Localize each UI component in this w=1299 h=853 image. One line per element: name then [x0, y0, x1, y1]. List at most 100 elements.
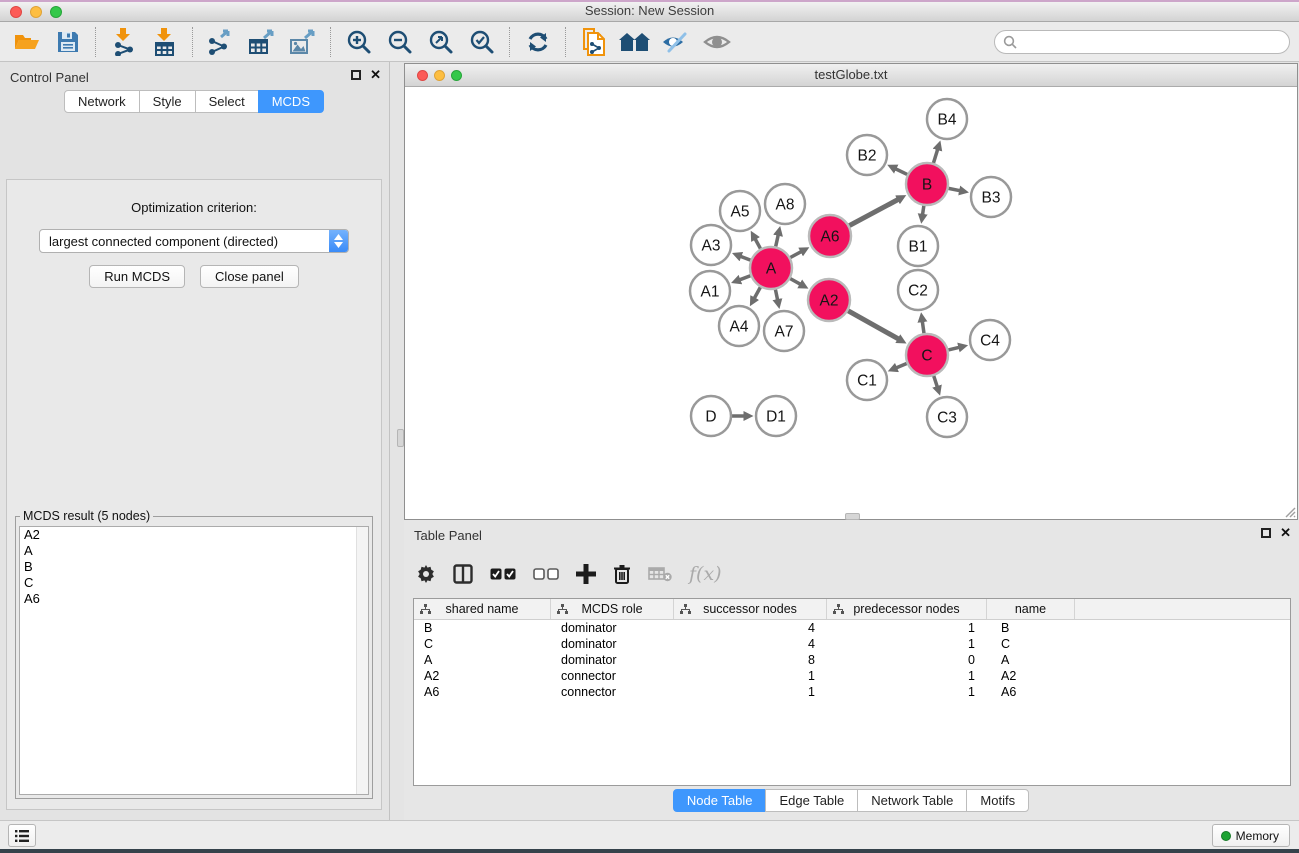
table-settings-icon[interactable]: [416, 564, 436, 584]
graph-edge-A-A3[interactable]: [740, 256, 751, 260]
zoom-out-icon[interactable]: [379, 25, 420, 59]
graph-edge-A-A6[interactable]: [790, 251, 802, 257]
graph-edge-C-C4[interactable]: [948, 347, 959, 350]
tab-mcds[interactable]: MCDS: [258, 90, 324, 113]
search-input[interactable]: [1022, 33, 1289, 51]
result-scrollbar[interactable]: [356, 527, 368, 794]
close-table-panel-icon[interactable]: ✕: [1280, 528, 1291, 538]
task-history-button[interactable]: [8, 824, 36, 847]
result-item[interactable]: B: [20, 559, 368, 575]
table-row[interactable]: Adominator80A: [414, 652, 1290, 668]
search-field[interactable]: [994, 30, 1290, 54]
table-tab-edge-table[interactable]: Edge Table: [765, 789, 858, 812]
tab-select[interactable]: Select: [195, 90, 259, 113]
graph-edge-B-B3[interactable]: [949, 188, 961, 190]
select-all-rows-icon[interactable]: [490, 568, 516, 581]
table-tab-network-table[interactable]: Network Table: [857, 789, 967, 812]
export-network-icon[interactable]: [200, 25, 241, 59]
vertical-split-handle[interactable]: [397, 429, 404, 447]
network-zoom-button[interactable]: [451, 70, 462, 81]
export-table-icon[interactable]: [241, 25, 282, 59]
graph-edge-C-C2[interactable]: [922, 321, 924, 334]
minimize-window-button[interactable]: [30, 6, 42, 18]
criterion-dropdown[interactable]: largest connected component (directed): [39, 229, 349, 253]
graph-node-A5[interactable]: A5: [720, 191, 760, 231]
graph-node-A4[interactable]: A4: [719, 306, 759, 346]
table-row[interactable]: A2connector11A2: [414, 668, 1290, 684]
result-item[interactable]: A: [20, 543, 368, 559]
network-canvas[interactable]: AA1A2A3A4A5A6A7A8BB1B2B3B4CC1C2C3C4DD1: [405, 87, 1297, 519]
graph-node-D[interactable]: D: [691, 396, 731, 436]
zoom-in-icon[interactable]: [338, 25, 379, 59]
graph-node-C1[interactable]: C1: [847, 360, 887, 400]
function-builder-icon[interactable]: f(x): [689, 563, 722, 585]
graph-node-C[interactable]: C: [906, 334, 948, 376]
graph-edge-A-A1[interactable]: [739, 276, 750, 280]
graph-edge-A2-C[interactable]: [848, 311, 899, 340]
graph-node-A2[interactable]: A2: [808, 279, 850, 321]
graph-edge-B-B1[interactable]: [922, 206, 923, 216]
close-window-button[interactable]: [10, 6, 22, 18]
deselect-all-rows-icon[interactable]: [533, 568, 559, 581]
graph-node-C3[interactable]: C3: [927, 397, 967, 437]
graph-node-C4[interactable]: C4: [970, 320, 1010, 360]
result-item[interactable]: A6: [20, 591, 368, 607]
float-table-panel-icon[interactable]: [1261, 528, 1271, 538]
save-session-icon[interactable]: [47, 25, 88, 59]
delete-table-icon[interactable]: [648, 566, 672, 582]
import-network-icon[interactable]: [103, 25, 144, 59]
zoom-selected-icon[interactable]: [461, 25, 502, 59]
export-image-icon[interactable]: [282, 25, 323, 59]
graph-node-A1[interactable]: A1: [690, 271, 730, 311]
network-close-button[interactable]: [417, 70, 428, 81]
graph-edge-B-B2[interactable]: [895, 168, 907, 174]
graph-edge-A-A2[interactable]: [790, 279, 801, 285]
graph-node-A8[interactable]: A8: [765, 184, 805, 224]
toggle-column-display-icon[interactable]: [453, 564, 473, 584]
refresh-layout-icon[interactable]: [517, 25, 558, 59]
import-table-icon[interactable]: [144, 25, 185, 59]
close-panel-icon[interactable]: ✕: [370, 70, 381, 80]
graph-edge-C-C1[interactable]: [896, 363, 907, 368]
run-mcds-button[interactable]: Run MCDS: [89, 265, 185, 288]
graph-edge-A-A4[interactable]: [754, 287, 760, 299]
horizontal-split-handle[interactable]: [845, 513, 860, 520]
float-panel-icon[interactable]: [351, 70, 361, 80]
graph-node-D1[interactable]: D1: [756, 396, 796, 436]
tab-style[interactable]: Style: [139, 90, 196, 113]
graph-edge-A-A7[interactable]: [775, 290, 777, 301]
graph-edge-A-A5[interactable]: [755, 238, 761, 248]
graph-node-B1[interactable]: B1: [898, 226, 938, 266]
graph-node-B[interactable]: B: [906, 163, 948, 205]
table-row[interactable]: Bdominator41B: [414, 620, 1290, 636]
window-resize-grip[interactable]: [1282, 504, 1296, 518]
table-tab-node-table[interactable]: Node Table: [673, 789, 767, 812]
home-views-icon[interactable]: [614, 25, 655, 59]
graph-edge-C-C3[interactable]: [934, 376, 938, 388]
app-titlebar[interactable]: Session: New Session: [0, 0, 1299, 22]
graph-edge-A6-B[interactable]: [849, 199, 898, 225]
column-header-name[interactable]: name: [987, 599, 1075, 619]
column-header-shared-name[interactable]: shared name: [414, 599, 551, 619]
graph-node-A7[interactable]: A7: [764, 311, 804, 351]
graph-node-A6[interactable]: A6: [809, 215, 851, 257]
table-row[interactable]: A6connector11A6: [414, 684, 1290, 700]
close-panel-button[interactable]: Close panel: [200, 265, 299, 288]
zoom-window-button[interactable]: [50, 6, 62, 18]
result-item[interactable]: C: [20, 575, 368, 591]
show-graphics-details-icon[interactable]: [696, 25, 737, 59]
delete-columns-icon[interactable]: [613, 564, 631, 585]
result-item[interactable]: A2: [20, 527, 368, 543]
network-window-titlebar[interactable]: testGlobe.txt: [405, 64, 1297, 87]
column-header-mcds-role[interactable]: MCDS role: [551, 599, 674, 619]
open-session-icon[interactable]: [6, 25, 47, 59]
graph-edge-B-B4[interactable]: [933, 149, 937, 163]
graph-node-B2[interactable]: B2: [847, 135, 887, 175]
tab-network[interactable]: Network: [64, 90, 140, 113]
network-minimize-button[interactable]: [434, 70, 445, 81]
network-snapshot-icon[interactable]: [573, 25, 614, 59]
graph-node-B3[interactable]: B3: [971, 177, 1011, 217]
graph-node-C2[interactable]: C2: [898, 270, 938, 310]
zoom-fit-icon[interactable]: [420, 25, 461, 59]
column-header-predecessor-nodes[interactable]: predecessor nodes: [827, 599, 987, 619]
